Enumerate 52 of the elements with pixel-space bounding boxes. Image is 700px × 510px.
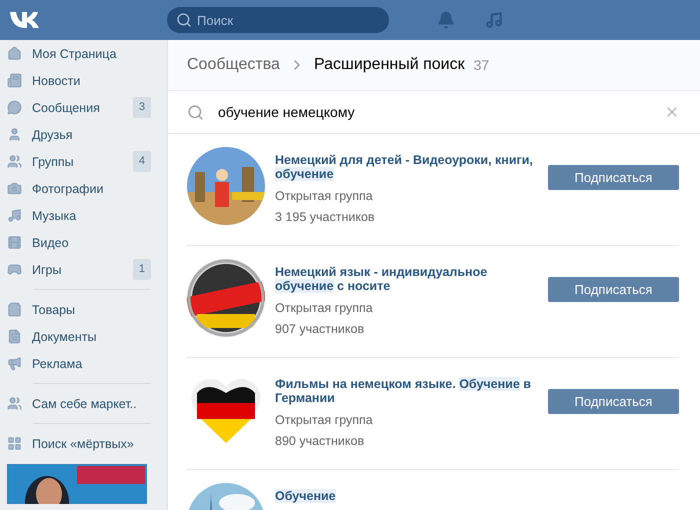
sidebar-item[interactable]: Поиск «мёртвых»	[0, 430, 167, 457]
sidebar-item[interactable]: Друзья	[0, 121, 167, 148]
sidebar-item[interactable]: Фотографии	[0, 175, 167, 202]
chat-icon	[7, 100, 22, 115]
sidebar-item[interactable]: Видео	[0, 229, 167, 256]
group-title[interactable]: Фильмы на немецком языке. Обучение в Германии	[275, 377, 537, 405]
film-icon	[7, 235, 22, 250]
sidebar-item[interactable]: Группы 4	[0, 148, 167, 175]
page-title: Расширенный поиск	[314, 56, 465, 74]
subscribe-button[interactable]: Подписаться	[548, 277, 679, 302]
subscribe-button[interactable]: Подписаться	[548, 389, 679, 414]
gamepad-icon	[7, 262, 22, 277]
group-type: Открытая группа	[275, 189, 374, 203]
sidebar-item[interactable]: Музыка	[0, 202, 167, 229]
sidebar-item[interactable]: Товары	[0, 296, 167, 323]
group-title[interactable]: Немецкий язык - индивидуальное обучение с носите	[275, 265, 537, 293]
group-type: Открытая группа	[275, 301, 374, 315]
search-icon	[187, 104, 204, 120]
megaphone-icon	[7, 356, 22, 371]
grid-icon	[7, 436, 22, 451]
logo-icon[interactable]	[8, 9, 40, 31]
search-icon	[176, 12, 192, 28]
result-count: 37	[474, 57, 490, 73]
sidebar-item[interactable]: Моя Страница	[0, 40, 167, 67]
search-field[interactable]: Поиск	[167, 7, 389, 33]
sidebar-item[interactable]: Сообщения 3	[0, 94, 167, 121]
bell-icon[interactable]	[437, 11, 455, 29]
sidebar-item[interactable]: Сам себе маркет..	[0, 390, 167, 417]
sidebar-item[interactable]: Новости	[0, 67, 167, 94]
group-title[interactable]: Немецкий для детей - Видеоуроки, книги, обучение	[275, 153, 537, 181]
newspaper-icon	[7, 73, 22, 88]
count-badge: 4	[132, 151, 151, 172]
member-count: 890 участников	[275, 434, 366, 448]
count-badge: 1	[132, 259, 151, 280]
count-badge: 3	[132, 97, 151, 118]
music-note-icon[interactable]	[485, 11, 503, 29]
group-type: Открытая группа	[275, 413, 374, 427]
person-icon	[7, 127, 22, 142]
breadcrumb-link[interactable]: Сообщества	[187, 56, 280, 74]
people-icon	[7, 154, 22, 169]
music-note-icon	[7, 208, 22, 223]
group-title[interactable]: Обучение	[275, 489, 537, 503]
people-icon	[7, 396, 22, 411]
camera-icon	[7, 181, 22, 196]
sidebar-item[interactable]: Реклама	[0, 350, 167, 377]
document-icon	[7, 329, 22, 344]
sidebar-item[interactable]: Документы	[0, 323, 167, 350]
home-icon	[7, 46, 22, 61]
member-count: 907 участников	[275, 322, 366, 336]
sidebar-item[interactable]: Игры 1	[0, 256, 167, 283]
subscribe-button[interactable]: Подписаться	[548, 165, 679, 190]
member-count: 3 195 участников	[275, 210, 376, 224]
